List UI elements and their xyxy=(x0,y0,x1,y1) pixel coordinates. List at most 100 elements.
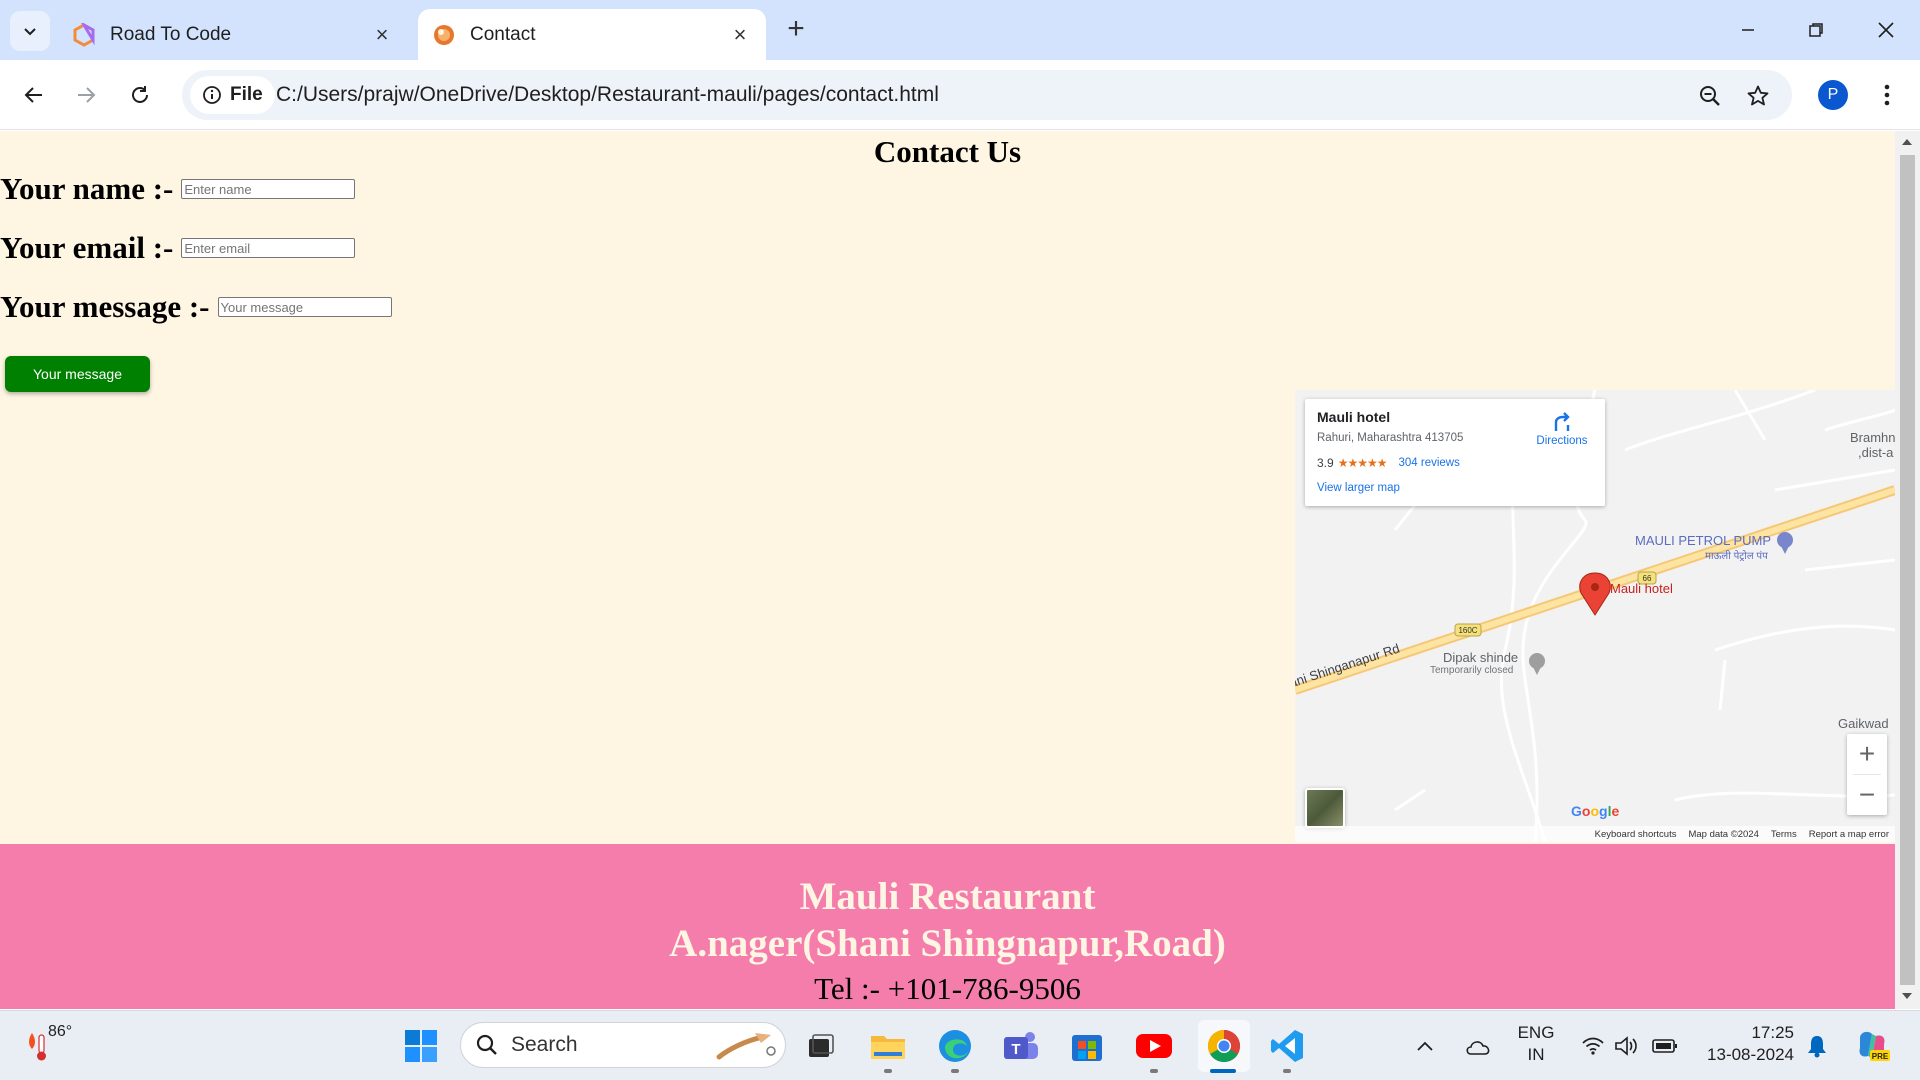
browser-toolbar: File C:/Users/prajw/OneDrive/Desktop/Res… xyxy=(0,60,1920,130)
map-label-dipak: Dipak shinde xyxy=(1443,650,1519,665)
google-map-embed[interactable]: 160C 66 Bramhn ,dist-a MAULI PETROL PUMP… xyxy=(1295,390,1895,842)
profile-avatar[interactable]: P xyxy=(1818,80,1848,110)
rating-value: 3.9 xyxy=(1317,456,1334,470)
show-hidden-icons-button[interactable] xyxy=(1410,1025,1440,1067)
youtube-button[interactable] xyxy=(1133,1025,1175,1067)
reload-icon xyxy=(132,86,148,103)
scroll-down-arrow-icon[interactable] xyxy=(1902,993,1912,999)
microsoft-store-button[interactable] xyxy=(1066,1025,1108,1067)
battery-button[interactable] xyxy=(1648,1025,1682,1067)
vscode-icon xyxy=(1271,1030,1303,1062)
address-bar[interactable]: File C:/Users/prajw/OneDrive/Desktop/Res… xyxy=(182,70,1792,120)
browser-menu-button[interactable] xyxy=(1872,80,1902,110)
start-button[interactable] xyxy=(400,1025,442,1067)
map-label-petrol-pump-local: माऊली पेट्रोल पंप xyxy=(1705,551,1768,562)
language-indicator-top[interactable]: ENG xyxy=(1514,1023,1558,1043)
tab-road-to-code[interactable]: Road To Code × xyxy=(58,9,408,60)
taskbar-search-box[interactable]: Search xyxy=(460,1022,786,1068)
new-tab-button[interactable]: + xyxy=(780,14,812,46)
place-address: Rahuri, Maharashtra 413705 xyxy=(1317,432,1464,444)
directions-label: Directions xyxy=(1536,435,1588,447)
youtube-running-indicator xyxy=(1150,1069,1158,1073)
directions-button[interactable]: Directions xyxy=(1527,411,1597,447)
speaker-icon xyxy=(1615,1036,1637,1056)
notifications-button[interactable] xyxy=(1800,1025,1834,1067)
onedrive-button[interactable] xyxy=(1458,1025,1498,1067)
tab-contact[interactable]: Contact × xyxy=(418,9,766,60)
bookmark-button[interactable] xyxy=(1744,82,1772,110)
task-view-button[interactable] xyxy=(800,1025,842,1067)
zoom-in-button[interactable]: + xyxy=(1847,734,1887,774)
chrome-button[interactable] xyxy=(1198,1020,1250,1072)
zoom-out-button[interactable]: − xyxy=(1847,775,1887,815)
rating-stars-icon: ★★★★★ xyxy=(1337,456,1388,470)
reload-button[interactable] xyxy=(122,77,158,113)
folder-icon xyxy=(871,1036,905,1059)
map-label-dipak-status: Temporarily closed xyxy=(1430,665,1514,676)
copilot-button[interactable]: PRE xyxy=(1850,1025,1894,1067)
edge-button[interactable] xyxy=(934,1025,976,1067)
bell-icon xyxy=(1808,1036,1826,1058)
map-zoom-controls: + − xyxy=(1847,734,1887,815)
vscode-button[interactable] xyxy=(1266,1025,1308,1067)
windows-logo-icon xyxy=(405,1030,437,1062)
svg-text:T: T xyxy=(1011,1041,1020,1058)
teams-button[interactable]: T xyxy=(1000,1025,1042,1067)
terms-link[interactable]: Terms xyxy=(1771,829,1797,840)
minimize-button[interactable] xyxy=(1728,10,1768,50)
url-text[interactable]: C:/Users/prajw/OneDrive/Desktop/Restaura… xyxy=(276,70,939,120)
copilot-icon: PRE xyxy=(1859,1031,1890,1061)
location-marker-icon[interactable] xyxy=(1579,572,1611,616)
task-view-icon xyxy=(809,1034,834,1057)
windows-taskbar: 86° Search T ENG IN 17:25 13-08-2024 PRE xyxy=(0,1010,1920,1080)
report-map-error-link[interactable]: Report a map error xyxy=(1809,829,1889,840)
close-tab-icon[interactable]: × xyxy=(370,22,394,47)
rating-row: 3.9 ★★★★★ 304 reviews xyxy=(1317,456,1460,470)
map-label-mauli-hotel: Mauli hotel xyxy=(1610,581,1673,596)
battery-icon xyxy=(1652,1039,1677,1053)
message-input[interactable] xyxy=(217,297,392,317)
volume-button[interactable] xyxy=(1610,1025,1644,1067)
tab-search-button[interactable] xyxy=(10,11,50,51)
site-footer: Mauli Restaurant A.nager(Shani Shingnapu… xyxy=(0,844,1895,1009)
close-tab-icon[interactable]: × xyxy=(728,22,752,47)
thermometer-icon xyxy=(29,1033,46,1061)
clock-time[interactable]: 17:25 xyxy=(1696,1023,1794,1043)
site-chip-label: File xyxy=(230,84,263,105)
wifi-button[interactable] xyxy=(1576,1025,1610,1067)
view-larger-map-link[interactable]: View larger map xyxy=(1317,482,1400,494)
map-label-petrol-pump: MAULI PETROL PUMP xyxy=(1635,533,1772,548)
teams-icon: T xyxy=(1004,1032,1038,1059)
submit-button[interactable]: Your message xyxy=(5,356,150,392)
close-window-button[interactable] xyxy=(1866,10,1906,50)
scroll-up-arrow-icon[interactable] xyxy=(1902,139,1912,145)
search-label: Search xyxy=(511,1033,578,1056)
weather-widget[interactable]: 86° xyxy=(26,1023,86,1067)
restore-button[interactable] xyxy=(1796,10,1836,50)
zoom-button[interactable] xyxy=(1696,82,1724,110)
map-attribution: Keyboard shortcuts Map data ©2024 Terms … xyxy=(1295,826,1895,842)
site-info-chip[interactable]: File xyxy=(190,76,275,114)
email-input[interactable] xyxy=(181,238,356,258)
footer-restaurant-name: Mauli Restaurant xyxy=(799,875,1096,918)
reviews-link[interactable]: 304 reviews xyxy=(1398,457,1459,469)
map-label-gaikwad: Gaikwad xyxy=(1838,716,1889,731)
back-button[interactable] xyxy=(16,77,52,113)
scrollbar-thumb[interactable] xyxy=(1900,155,1915,985)
name-input[interactable] xyxy=(181,179,356,199)
page-scrollbar[interactable] xyxy=(1895,131,1920,1009)
keyboard-shortcuts-link[interactable]: Keyboard shortcuts xyxy=(1595,829,1677,840)
minimize-icon xyxy=(1742,29,1754,31)
file-explorer-button[interactable] xyxy=(867,1025,909,1067)
place-info-card: Mauli hotel Rahuri, Maharashtra 413705 3… xyxy=(1305,399,1605,506)
petrol-pump-pin-icon xyxy=(1777,532,1793,554)
satellite-layer-toggle[interactable] xyxy=(1305,788,1345,828)
clock-date: 13-08-2024 xyxy=(1707,1045,1794,1064)
place-name: Mauli hotel xyxy=(1317,409,1391,425)
search-highlight-icon xyxy=(716,1033,776,1060)
edge-running-indicator xyxy=(951,1069,959,1073)
weather-temperature: 86° xyxy=(48,1023,73,1040)
zoom-out-magnifier-icon xyxy=(1700,86,1720,106)
forward-button[interactable] xyxy=(68,77,104,113)
map-label-bramhni-dist: ,dist-a xyxy=(1858,445,1894,460)
